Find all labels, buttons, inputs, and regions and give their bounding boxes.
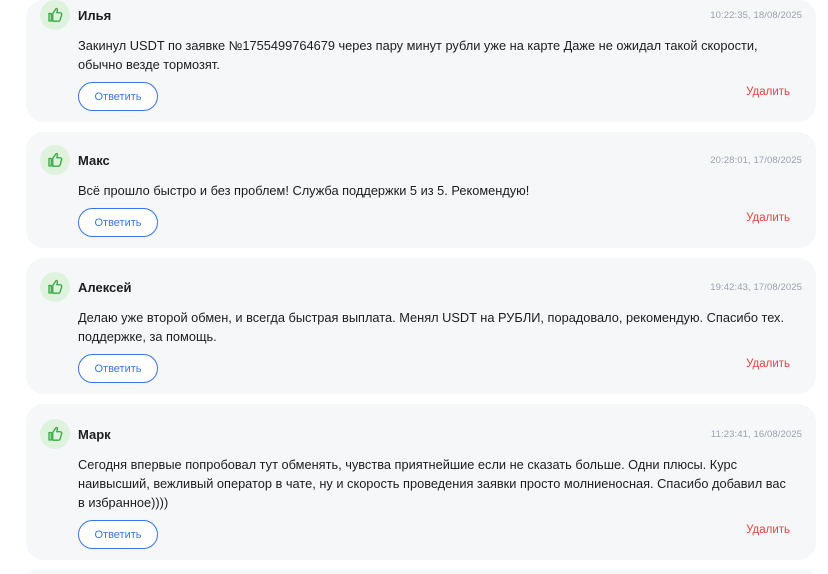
review-author: Макс: [78, 152, 110, 168]
review-card-partial: [26, 570, 816, 574]
review-author: Марк: [78, 426, 111, 442]
thumbs-up-icon: [40, 272, 70, 302]
delete-link[interactable]: Удалить: [746, 86, 790, 98]
review-card: Илья 10:22:35, 18/08/2025 Закинул USDT п…: [26, 0, 816, 122]
delete-link[interactable]: Удалить: [746, 212, 790, 224]
review-text: Сегодня впервые попробовал тут обменять,…: [78, 457, 786, 510]
review-header: Марк 11:23:41, 16/08/2025: [26, 404, 816, 449]
thumbs-up-icon: [40, 145, 70, 175]
review-timestamp: 11:23:41, 16/08/2025: [710, 428, 802, 440]
review-actions: Ответить Удалить: [78, 82, 790, 111]
reply-button[interactable]: Ответить: [78, 208, 158, 237]
review-author: Илья: [78, 7, 112, 23]
thumbs-up-icon: [40, 0, 70, 30]
review-author: Алексей: [78, 279, 132, 295]
review-timestamp: 19:42:43, 17/08/2025: [710, 281, 802, 293]
review-actions: Ответить Удалить: [78, 208, 790, 237]
review-header: Илья 10:22:35, 18/08/2025: [26, 0, 816, 30]
review-card: Марк 11:23:41, 16/08/2025 Сегодня впервы…: [26, 404, 816, 560]
review-timestamp: 20:28:01, 17/08/2025: [710, 154, 802, 166]
review-text: Всё прошло быстро и без проблем! Служба …: [78, 183, 530, 198]
review-header: Макс 20:28:01, 17/08/2025: [26, 132, 816, 175]
review-card: Макс 20:28:01, 17/08/2025 Всё прошло быс…: [26, 132, 816, 248]
review-text: Закинул USDT по заявке №1755499764679 че…: [78, 38, 758, 72]
review-timestamp: 10:22:35, 18/08/2025: [710, 9, 802, 21]
review-actions: Ответить Удалить: [78, 520, 790, 549]
thumbs-up-icon: [40, 419, 70, 449]
reply-button[interactable]: Ответить: [78, 82, 158, 111]
review-card: Алексей 19:42:43, 17/08/2025 Делаю уже в…: [26, 258, 816, 394]
reply-button[interactable]: Ответить: [78, 354, 158, 383]
reply-button[interactable]: Ответить: [78, 520, 158, 549]
delete-link[interactable]: Удалить: [746, 358, 790, 370]
review-actions: Ответить Удалить: [78, 354, 790, 383]
review-header: Алексей 19:42:43, 17/08/2025: [26, 258, 816, 302]
review-text: Делаю уже второй обмен, и всегда быстрая…: [78, 310, 784, 344]
delete-link[interactable]: Удалить: [746, 524, 790, 536]
reviews-feed: Илья 10:22:35, 18/08/2025 Закинул USDT п…: [0, 0, 828, 574]
